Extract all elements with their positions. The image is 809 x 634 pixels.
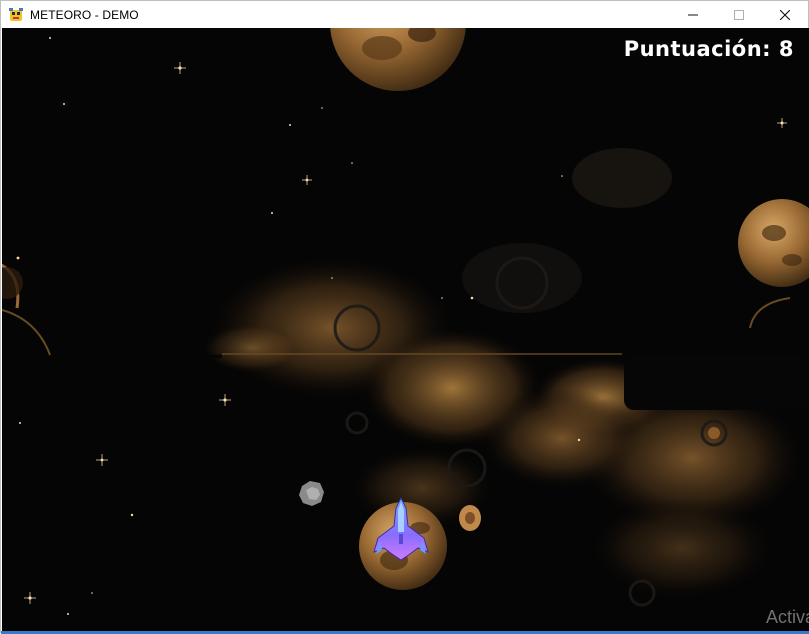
game-canvas[interactable]: Puntuación: 8 Activa bbox=[2, 28, 809, 631]
planet-top bbox=[330, 28, 466, 91]
planet-left bbox=[2, 263, 51, 356]
space-background bbox=[2, 28, 809, 615]
activation-watermark: Activa bbox=[765, 607, 809, 627]
python-snake-icon bbox=[8, 7, 24, 23]
minimize-icon bbox=[688, 14, 698, 15]
game-window: METEORO - DEMO Puntuación: 8 Activ bbox=[0, 0, 809, 634]
asteroid bbox=[299, 481, 324, 506]
window-controls bbox=[670, 1, 808, 28]
close-icon bbox=[780, 9, 790, 20]
canvas-artifact bbox=[624, 355, 809, 410]
planet-right bbox=[738, 199, 809, 329]
maximize-icon bbox=[734, 9, 744, 20]
score-label: Puntuación: 8 bbox=[623, 37, 794, 61]
window-title: METEORO - DEMO bbox=[30, 7, 139, 22]
close-button[interactable] bbox=[762, 1, 808, 28]
maximize-button[interactable] bbox=[716, 1, 762, 28]
title-bar[interactable]: METEORO - DEMO bbox=[1, 1, 808, 28]
minimize-button[interactable] bbox=[670, 1, 716, 28]
